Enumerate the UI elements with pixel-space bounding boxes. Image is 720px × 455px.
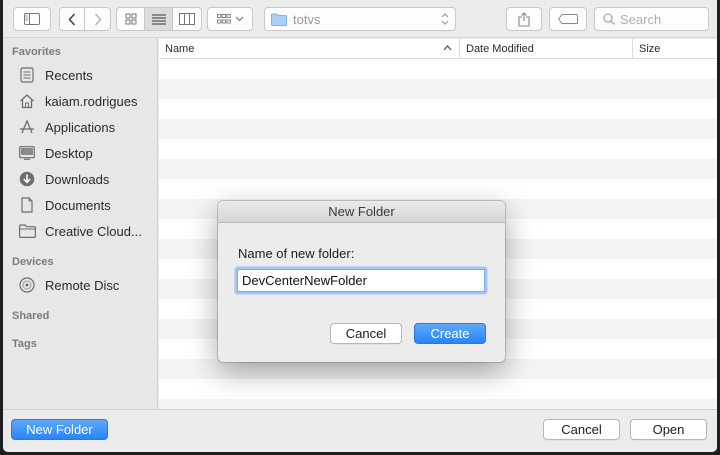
group-by-button[interactable] bbox=[207, 7, 253, 31]
disc-icon bbox=[17, 275, 37, 295]
cancel-button[interactable]: Cancel bbox=[543, 419, 620, 440]
empty-row bbox=[159, 99, 717, 119]
file-dialog-window: totvs Search Favorites Recents kaiam.rod… bbox=[3, 0, 717, 452]
empty-row bbox=[159, 139, 717, 159]
search-field[interactable]: Search bbox=[594, 7, 709, 31]
sidebar-item-recents[interactable]: Recents bbox=[17, 64, 157, 86]
empty-row bbox=[159, 359, 717, 379]
file-list-header: Name Date Modified Size bbox=[159, 39, 717, 59]
sidebar-item-label: Applications bbox=[45, 119, 116, 135]
dialog-title: New Folder bbox=[218, 201, 505, 223]
new-folder-button[interactable]: New Folder bbox=[11, 419, 108, 440]
search-icon bbox=[603, 13, 615, 25]
icon-view-button[interactable] bbox=[117, 8, 145, 30]
updown-arrows-icon bbox=[441, 13, 449, 25]
tags-header: Tags bbox=[12, 338, 37, 350]
sidebar-icon bbox=[24, 13, 40, 25]
sidebar-item-label: Remote Disc bbox=[45, 277, 120, 293]
location-label: totvs bbox=[293, 11, 321, 27]
column-header-name[interactable]: Name bbox=[159, 39, 459, 59]
view-mode-switcher bbox=[116, 7, 202, 31]
folder-icon bbox=[17, 221, 37, 241]
column-view-icon bbox=[179, 13, 195, 25]
tags-button[interactable] bbox=[549, 7, 587, 31]
sidebar-item-applications[interactable]: Applications bbox=[17, 116, 157, 138]
chevron-right-icon bbox=[94, 12, 102, 26]
recents-icon bbox=[17, 65, 37, 85]
folder-name-input[interactable] bbox=[237, 269, 485, 292]
empty-row bbox=[159, 79, 717, 99]
sidebar-item-documents[interactable]: Documents bbox=[17, 194, 157, 216]
sidebar-item-label: Desktop bbox=[45, 145, 93, 161]
tag-icon bbox=[558, 14, 578, 24]
desktop-icon bbox=[17, 143, 37, 163]
chevron-down-icon bbox=[235, 16, 243, 22]
new-folder-dialog: New Folder Name of new folder: Cancel Cr… bbox=[218, 201, 505, 362]
history-nav bbox=[59, 7, 111, 31]
dialog-cancel-button[interactable]: Cancel bbox=[330, 323, 402, 344]
home-icon bbox=[17, 91, 37, 111]
sidebar-item-desktop[interactable]: Desktop bbox=[17, 142, 157, 164]
sidebar-item-label: Creative Cloud... bbox=[45, 223, 142, 239]
list-view-button[interactable] bbox=[145, 8, 173, 30]
empty-row bbox=[159, 159, 717, 179]
column-view-button[interactable] bbox=[173, 8, 201, 30]
sidebar-item-home[interactable]: kaiam.rodrigues bbox=[17, 90, 157, 112]
empty-row bbox=[159, 379, 717, 399]
bottom-bar: New Folder Cancel Open bbox=[3, 409, 717, 452]
sidebar-item-label: Downloads bbox=[45, 171, 110, 187]
column-header-size[interactable]: Size bbox=[632, 39, 717, 59]
empty-row bbox=[159, 59, 717, 79]
sidebar-item-remote-disc[interactable]: Remote Disc bbox=[17, 274, 157, 296]
folder-icon bbox=[271, 13, 287, 26]
toolbar: totvs Search bbox=[3, 0, 717, 38]
documents-icon bbox=[17, 195, 37, 215]
list-view-icon bbox=[151, 13, 166, 25]
downloads-icon bbox=[17, 169, 37, 189]
dialog-create-button[interactable]: Create bbox=[414, 323, 486, 344]
sort-ascending-icon bbox=[443, 45, 452, 51]
group-grid-icon bbox=[216, 13, 231, 23]
sidebar-item-downloads[interactable]: Downloads bbox=[17, 168, 157, 190]
applications-icon bbox=[17, 117, 37, 137]
location-popup[interactable]: totvs bbox=[264, 7, 456, 31]
search-placeholder: Search bbox=[620, 11, 662, 27]
forward-button[interactable] bbox=[85, 8, 110, 30]
sidebar-item-label: Recents bbox=[45, 67, 93, 83]
share-icon bbox=[518, 11, 530, 27]
back-button[interactable] bbox=[60, 8, 85, 30]
shared-header: Shared bbox=[12, 310, 50, 322]
open-button[interactable]: Open bbox=[630, 419, 707, 440]
sidebar-item-label: kaiam.rodrigues bbox=[45, 93, 138, 109]
sidebar-toggle-button[interactable] bbox=[13, 7, 51, 31]
share-button[interactable] bbox=[506, 7, 542, 31]
chevron-left-icon bbox=[68, 12, 76, 26]
favorites-header: Favorites bbox=[12, 46, 61, 58]
icon-view-icon bbox=[125, 13, 136, 25]
column-label-name: Name bbox=[165, 43, 195, 55]
folder-name-label: Name of new folder: bbox=[238, 246, 355, 261]
sidebar-item-label: Documents bbox=[45, 197, 111, 213]
column-label-size: Size bbox=[639, 43, 661, 55]
sidebar: Favorites Recents kaiam.rodrigues Applic… bbox=[3, 39, 158, 409]
column-label-date-modified: Date Modified bbox=[466, 43, 534, 55]
devices-header: Devices bbox=[12, 256, 54, 268]
column-header-date-modified[interactable]: Date Modified bbox=[459, 39, 631, 59]
empty-row bbox=[159, 179, 717, 199]
empty-row bbox=[159, 399, 717, 409]
empty-row bbox=[159, 119, 717, 139]
sidebar-item-creative-cloud[interactable]: Creative Cloud... bbox=[17, 220, 157, 242]
